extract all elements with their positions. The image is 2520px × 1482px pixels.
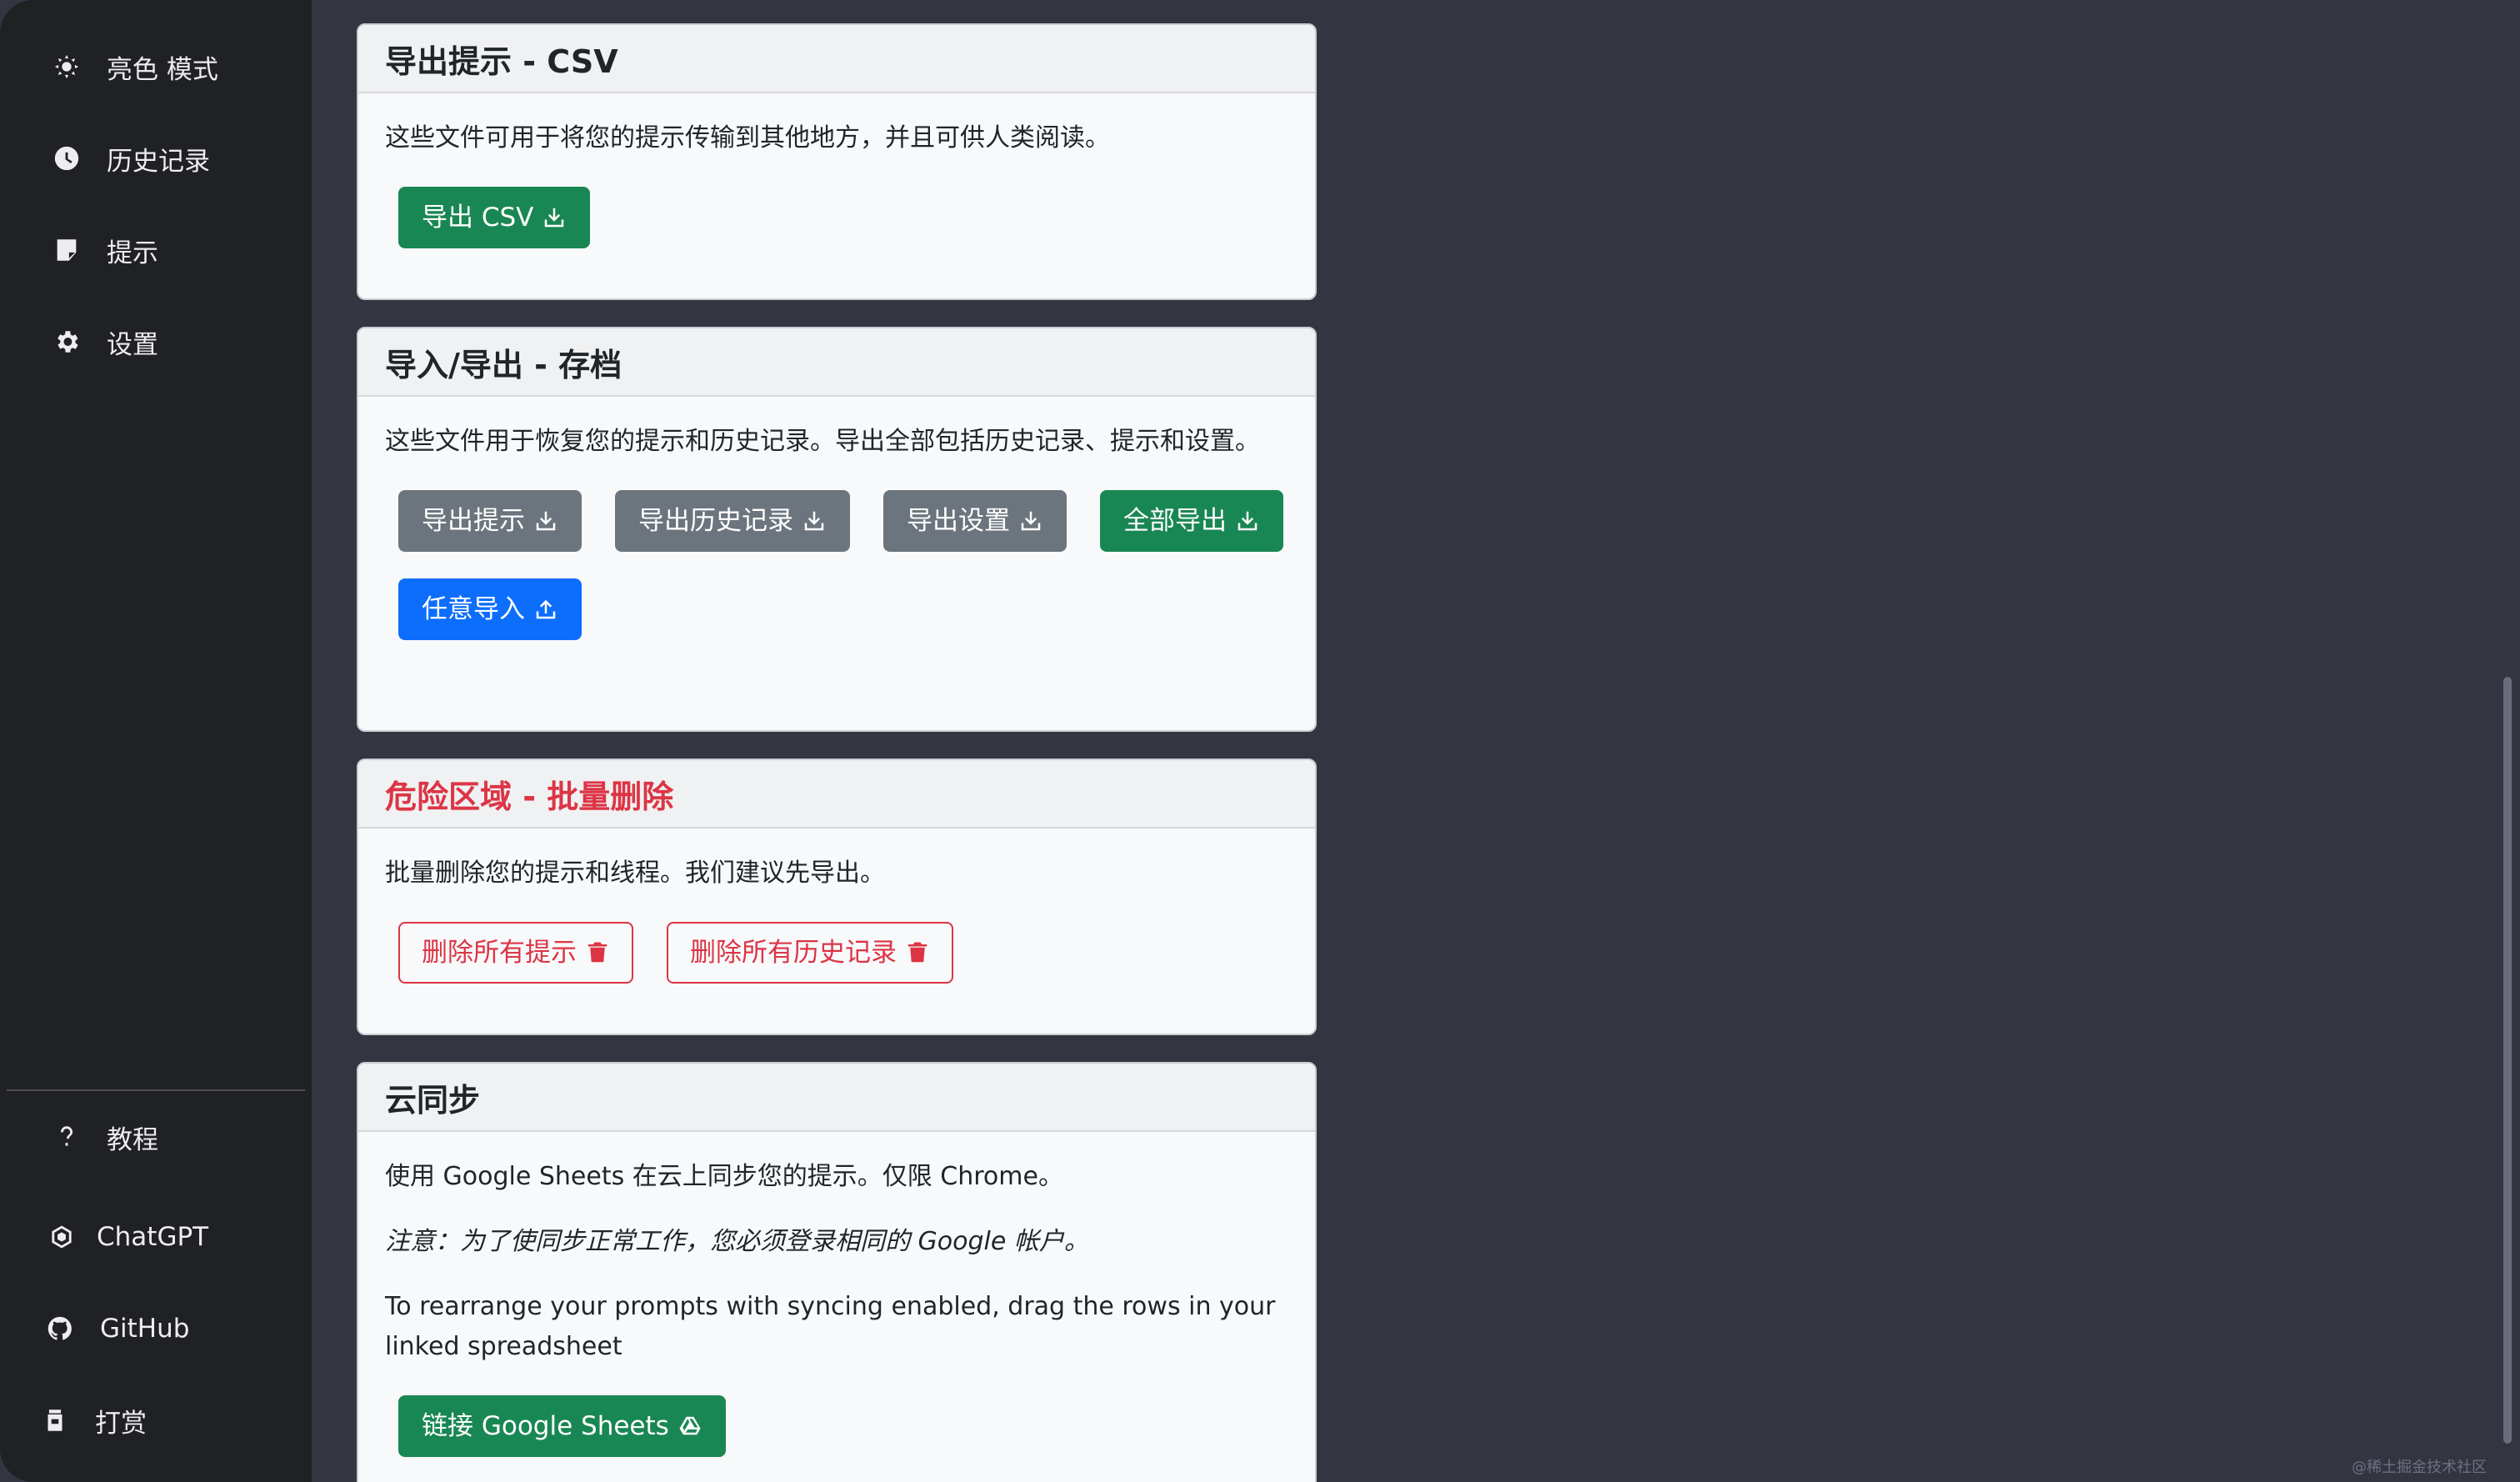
sidebar-item-light-mode[interactable]: 亮色 模式 bbox=[0, 27, 312, 107]
trash-icon bbox=[588, 942, 608, 963]
github-icon bbox=[43, 1312, 77, 1345]
card-danger-zone: 危险区域 - 批量删除 批量删除您的提示和线程。我们建议先导出。 删除所有提示 … bbox=[357, 759, 1317, 1035]
card-description: 批量删除您的提示和线程。我们建议先导出。 bbox=[385, 859, 885, 888]
sync-rearrange-hint: To rearrange your prompts with syncing e… bbox=[385, 1292, 1276, 1361]
sidebar-item-label: 历史记录 bbox=[107, 146, 210, 177]
card-cloud-sync: 云同步 使用 Google Sheets 在云上同步您的提示。仅限 Chrome… bbox=[357, 1062, 1317, 1482]
clock-icon bbox=[50, 142, 83, 175]
sidebar-item-tutorial[interactable]: 教程 bbox=[0, 1097, 312, 1177]
download-icon bbox=[1238, 511, 1258, 531]
sync-description: 使用 Google Sheets 在云上同步您的提示。仅限 Chrome。 bbox=[385, 1162, 1063, 1191]
card-title: 危险区域 - 批量删除 bbox=[358, 760, 1315, 829]
export-csv-button[interactable]: 导出 CSV bbox=[398, 187, 591, 248]
sidebar-item-label: 打赏 bbox=[95, 1408, 147, 1439]
download-icon bbox=[545, 208, 564, 228]
jar-icon bbox=[38, 1404, 72, 1437]
google-drive-icon bbox=[679, 1416, 701, 1435]
sidebar-item-settings[interactable]: 设置 bbox=[0, 302, 312, 382]
openai-icon bbox=[45, 1220, 78, 1254]
watermark: @稀土掘金技术社区 bbox=[2352, 1459, 2487, 1476]
card-export-csv: 导出提示 - CSV 这些文件可用于将您的提示传输到其他地方，并且可供人类阅读。… bbox=[357, 23, 1317, 300]
sidebar-item-label: 提示 bbox=[107, 238, 158, 268]
export-prompts-button[interactable]: 导出提示 bbox=[398, 490, 582, 552]
link-google-sheets-button[interactable]: 链接 Google Sheets bbox=[398, 1395, 726, 1457]
download-icon bbox=[536, 511, 556, 531]
question-icon bbox=[50, 1120, 83, 1154]
card-title: 云同步 bbox=[358, 1064, 1315, 1132]
trash-icon bbox=[908, 942, 928, 963]
card-import-export-archive: 导入/导出 - 存档 这些文件用于恢复您的提示和历史记录。导出全部包括历史记录、… bbox=[357, 327, 1317, 732]
card-description: 这些文件用于恢复您的提示和历史记录。导出全部包括历史记录、提示和设置。 bbox=[385, 427, 1260, 456]
sidebar-item-history[interactable]: 历史记录 bbox=[0, 118, 312, 198]
sidebar-item-label: ChatGPT bbox=[97, 1222, 209, 1252]
sidebar-item-label: 亮色 模式 bbox=[107, 54, 218, 85]
sidebar-item-prompts[interactable]: 提示 bbox=[0, 210, 312, 290]
sidebar-item-github[interactable]: GitHub bbox=[0, 1289, 312, 1369]
import-any-button[interactable]: 任意导入 bbox=[398, 578, 582, 640]
scrollbar[interactable] bbox=[2503, 677, 2512, 1444]
export-history-button[interactable]: 导出历史记录 bbox=[615, 490, 850, 552]
sidebar-divider bbox=[7, 1089, 305, 1091]
card-title: 导出提示 - CSV bbox=[358, 25, 1315, 93]
sidebar-item-label: 设置 bbox=[107, 329, 158, 360]
sidebar-item-label: GitHub bbox=[100, 1314, 190, 1344]
card-title: 导入/导出 - 存档 bbox=[358, 328, 1315, 397]
sidebar: 亮色 模式 历史记录 提示 设置 教程 ChatGPT GitHub 打赏 bbox=[0, 0, 312, 1482]
gear-icon bbox=[50, 325, 83, 358]
sidebar-item-label: 教程 bbox=[107, 1124, 158, 1155]
download-icon bbox=[804, 511, 824, 531]
sidebar-item-donate[interactable]: 打赏 bbox=[0, 1380, 312, 1460]
sun-gear-icon bbox=[50, 50, 83, 83]
sync-note: 注意：为了使同步正常工作，您必须登录相同的 Google 帐户。 bbox=[385, 1227, 1089, 1256]
note-icon bbox=[50, 233, 83, 267]
card-description: 这些文件可用于将您的提示传输到其他地方，并且可供人类阅读。 bbox=[385, 123, 1110, 153]
download-icon bbox=[1021, 511, 1041, 531]
sidebar-item-chatgpt[interactable]: ChatGPT bbox=[0, 1197, 312, 1277]
export-settings-button[interactable]: 导出设置 bbox=[883, 490, 1067, 552]
delete-all-history-button[interactable]: 删除所有历史记录 bbox=[667, 922, 953, 984]
delete-all-prompts-button[interactable]: 删除所有提示 bbox=[398, 922, 633, 984]
upload-icon bbox=[536, 599, 556, 619]
export-all-button[interactable]: 全部导出 bbox=[1100, 490, 1283, 552]
app-window: 亮色 模式 历史记录 提示 设置 教程 ChatGPT GitHub 打赏 导出… bbox=[0, 0, 2520, 1482]
